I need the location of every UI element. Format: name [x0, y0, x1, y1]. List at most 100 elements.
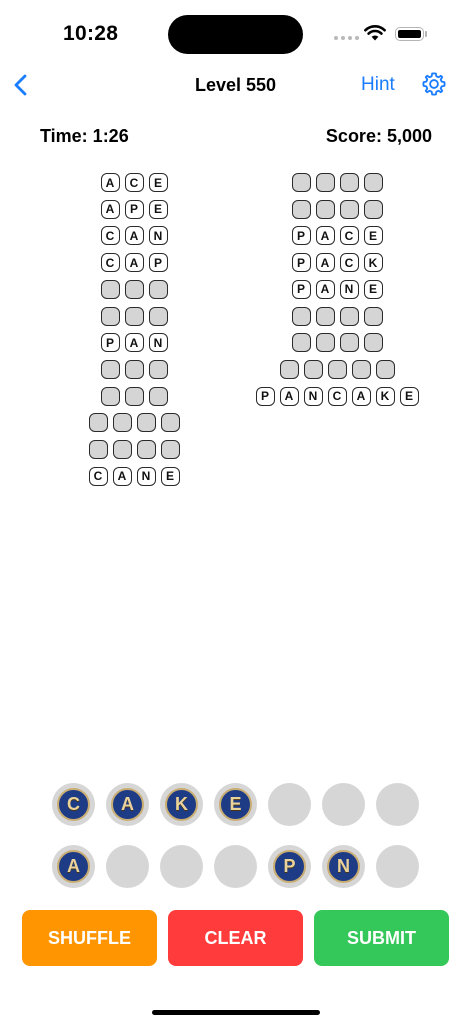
letter-tile: [291, 173, 311, 192]
letter-tile: N: [148, 226, 168, 246]
letter-tile: [363, 306, 383, 326]
score-label: Score: 5,000: [325, 126, 432, 146]
letter-button[interactable]: A: [52, 845, 95, 888]
empty-letter-slot[interactable]: [268, 783, 311, 826]
battery-icon: [395, 27, 424, 41]
letter-tile: [339, 333, 359, 353]
letter-tile: [124, 359, 144, 379]
letter-tile: [315, 306, 335, 326]
submit-button[interactable]: SUBMIT: [314, 910, 449, 966]
letter-tile: [160, 413, 180, 433]
letter-tile: A: [315, 279, 335, 299]
letter-coin: P: [273, 850, 306, 883]
status-bar: 10:28: [0, 0, 471, 70]
letter-tile: A: [124, 333, 144, 353]
word-slot-row: [88, 413, 180, 433]
battery-cap: [425, 31, 427, 37]
letter-tile: P: [255, 386, 275, 406]
letter-coin: A: [57, 850, 90, 883]
home-indicator: [152, 1010, 320, 1015]
letter-tile: [279, 359, 299, 379]
word-slot-row: [100, 386, 168, 406]
letter-tile: [363, 333, 383, 353]
letter-tile: A: [124, 253, 144, 273]
letter-tile: [315, 199, 335, 219]
letter-tile: K: [375, 386, 395, 406]
letter-tile: [100, 306, 120, 326]
letter-tile: P: [291, 226, 311, 246]
letter-coin: N: [327, 850, 360, 883]
empty-letter-slot[interactable]: [160, 845, 203, 888]
letter-tile: K: [363, 253, 383, 273]
letter-coin: E: [219, 788, 252, 821]
letter-coin: A: [111, 788, 144, 821]
word-slot-row: APE: [100, 199, 168, 219]
word-slot-row: [100, 279, 168, 299]
word-slot-row: CAP: [100, 253, 168, 273]
letter-tile: E: [148, 199, 168, 219]
letter-tile: A: [112, 466, 132, 486]
word-slot-row: [291, 173, 383, 192]
letter-tile: N: [303, 386, 323, 406]
letter-button[interactable]: K: [160, 783, 203, 826]
letter-tile: P: [124, 199, 144, 219]
letter-tile: [148, 359, 168, 379]
letter-coin: C: [57, 788, 90, 821]
letter-tile: [136, 413, 156, 433]
empty-letter-slot[interactable]: [106, 845, 149, 888]
word-slot-row: [88, 440, 180, 459]
word-slot-row: [291, 333, 383, 353]
empty-letter-slot[interactable]: [322, 783, 365, 826]
letter-tile: [303, 359, 323, 379]
letter-coin: K: [165, 788, 198, 821]
letter-tile: A: [124, 226, 144, 246]
word-slot-row: [100, 306, 168, 326]
gear-icon[interactable]: [421, 71, 447, 97]
hint-button[interactable]: Hint: [361, 74, 395, 96]
time-label: Time: 1:26: [40, 126, 129, 146]
letter-tile: [112, 440, 132, 459]
letter-tile: N: [136, 466, 156, 486]
word-slot-row: [279, 359, 395, 379]
letter-tile: N: [148, 333, 168, 353]
empty-letter-slot[interactable]: [376, 845, 419, 888]
word-slot-row: PAN: [100, 333, 168, 353]
letter-button[interactable]: N: [322, 845, 365, 888]
letter-tile: C: [100, 226, 120, 246]
letter-button[interactable]: E: [214, 783, 257, 826]
letter-button[interactable]: C: [52, 783, 95, 826]
cellular-signal-icon: [334, 36, 359, 40]
word-slot-row: PACK: [291, 253, 383, 273]
letter-row-1: CAKE: [52, 783, 419, 826]
letter-tile: C: [100, 253, 120, 273]
letter-tile: C: [327, 386, 347, 406]
word-slot-row: [100, 359, 168, 379]
letter-tile: A: [100, 173, 120, 192]
letter-tile: P: [291, 279, 311, 299]
letter-tile: [315, 173, 335, 192]
word-slot-row: CANE: [88, 466, 180, 486]
letter-tile: [315, 333, 335, 353]
letter-tile: E: [148, 173, 168, 192]
letter-tile: [100, 386, 120, 406]
letter-tile: [124, 306, 144, 326]
shuffle-button[interactable]: SHUFFLE: [22, 910, 157, 966]
empty-letter-slot[interactable]: [214, 845, 257, 888]
letter-tile: [351, 359, 371, 379]
empty-letter-slot[interactable]: [376, 783, 419, 826]
status-time: 10:28: [63, 22, 119, 45]
level-title: Level 550: [194, 75, 277, 95]
letter-tile: A: [279, 386, 299, 406]
letter-button[interactable]: P: [268, 845, 311, 888]
letter-tile: P: [148, 253, 168, 273]
letter-tile: N: [339, 279, 359, 299]
letter-tile: [124, 279, 144, 299]
letter-tile: [375, 359, 395, 379]
word-slot-row: PANE: [291, 279, 383, 299]
letter-button[interactable]: A: [106, 783, 149, 826]
letter-tile: [100, 279, 120, 299]
clear-button[interactable]: CLEAR: [168, 910, 303, 966]
navigation-bar: Level 550 Hint: [0, 66, 471, 106]
word-slot-row: PACE: [291, 226, 383, 246]
letter-tile: A: [100, 199, 120, 219]
